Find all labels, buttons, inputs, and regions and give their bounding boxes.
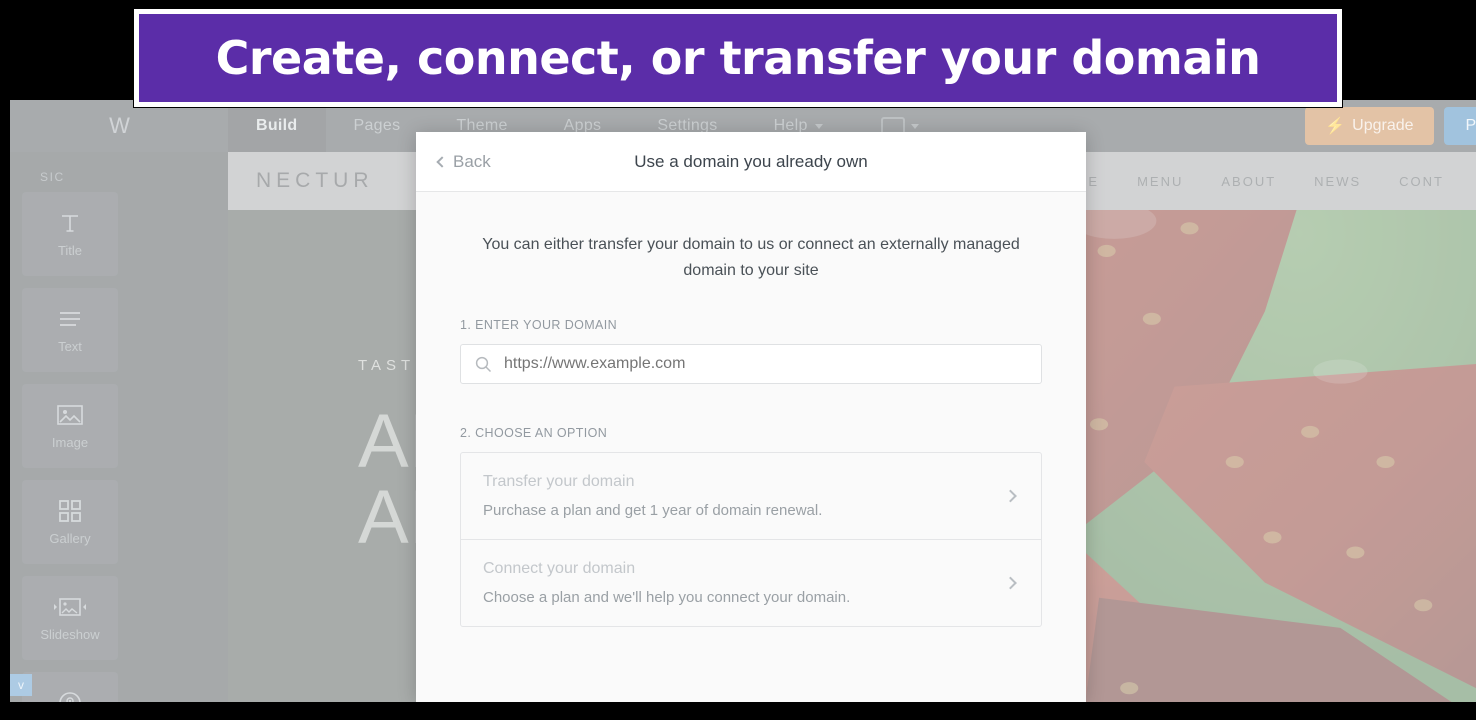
back-button-label: Back: [453, 151, 491, 171]
chevron-down-icon: [910, 123, 919, 129]
element-tile-image[interactable]: Image: [22, 384, 118, 468]
site-nav-news[interactable]: NEWS: [1314, 174, 1361, 189]
element-tile-title[interactable]: Title: [22, 192, 118, 276]
sidebar-badge[interactable]: v: [10, 674, 32, 696]
site-nav-contact[interactable]: CONT: [1399, 174, 1444, 189]
lightning-bolt-icon: ⚡: [1325, 118, 1346, 135]
map-pin-icon: [58, 690, 82, 702]
title-T-icon: [59, 210, 81, 236]
weebly-logo-icon: W: [109, 113, 130, 138]
nav-actions: ⚡ Upgrade Pub: [1305, 107, 1476, 145]
modal-subtitle: You can either transfer your domain to u…: [482, 236, 1020, 279]
back-button[interactable]: Back: [436, 151, 491, 172]
element-tile-title-label: Title: [57, 243, 83, 258]
annotation-banner-inner: Create, connect, or transfer your domain: [139, 14, 1337, 102]
publish-button-label: Pub: [1465, 117, 1476, 134]
modal-header: Back Use a domain you already own: [416, 132, 1086, 192]
tab-pages-label: Pages: [353, 117, 401, 134]
domain-input-wrapper[interactable]: [460, 344, 1042, 384]
annotation-banner-text: Create, connect, or transfer your domain: [215, 31, 1261, 85]
site-logo[interactable]: NECTUR: [256, 169, 374, 193]
chevron-left-icon: [436, 155, 448, 168]
option-connect-domain-desc: Choose a plan and we'll help you connect…: [483, 589, 851, 606]
element-tile-slideshow[interactable]: Slideshow: [22, 576, 118, 660]
option-transfer-domain-desc: Purchase a plan and get 1 year of domain…: [483, 502, 823, 519]
tab-build-label: Build: [256, 117, 298, 134]
element-tile-text[interactable]: Text: [22, 288, 118, 372]
domain-modal: Back Use a domain you already own You ca…: [416, 132, 1086, 702]
sidebar-section-basic-heading: SIC: [40, 170, 65, 184]
option-list: Transfer your domain Purchase a plan and…: [460, 452, 1042, 627]
image-icon: [57, 402, 83, 428]
step-1-label: 1. ENTER YOUR DOMAIN: [460, 318, 618, 332]
text-lines-icon: [58, 306, 82, 332]
upgrade-button-label: Upgrade: [1352, 117, 1414, 134]
gallery-grid-icon: [59, 498, 81, 524]
element-tile-gallery[interactable]: Gallery: [22, 480, 118, 564]
step-2-label: 2. CHOOSE AN OPTION: [460, 426, 608, 440]
option-connect-domain-title: Connect your domain: [483, 560, 636, 577]
element-tile-grid: Title Text Image Gallery Slideshow: [22, 192, 216, 702]
publish-button[interactable]: Pub: [1443, 107, 1476, 145]
element-tile-gallery-label: Gallery: [49, 531, 91, 546]
annotation-banner: Create, connect, or transfer your domain: [133, 8, 1343, 108]
element-tile-image-label: Image: [51, 435, 89, 450]
upgrade-button[interactable]: ⚡ Upgrade: [1305, 107, 1434, 145]
domain-input[interactable]: [504, 355, 1027, 373]
element-tile-slideshow-label: Slideshow: [40, 627, 100, 642]
chevron-right-icon: [1004, 489, 1017, 503]
modal-body: You can either transfer your domain to u…: [416, 192, 1086, 627]
chevron-down-icon: [814, 123, 823, 129]
site-nav-menu[interactable]: MENU: [1137, 174, 1183, 189]
site-nav-about[interactable]: ABOUT: [1221, 174, 1276, 189]
site-nav: HOME MENU ABOUT NEWS CONT: [1052, 174, 1448, 189]
screenshot-root: W Build Pages Theme Apps Settings Help ⚡…: [0, 0, 1476, 720]
option-transfer-domain-title: Transfer your domain: [483, 473, 635, 490]
modal-title: Use a domain you already own: [634, 151, 868, 171]
slideshow-icon: [53, 594, 87, 620]
elements-sidebar: SIC Title Text Image Gallery Slideshow v: [10, 152, 228, 702]
chevron-right-icon: [1004, 576, 1017, 590]
search-icon: [475, 356, 492, 373]
element-tile-text-label: Text: [58, 339, 82, 354]
option-connect-domain[interactable]: Connect your domain Choose a plan and we…: [461, 539, 1041, 626]
option-transfer-domain[interactable]: Transfer your domain Purchase a plan and…: [461, 453, 1041, 539]
element-tile-map[interactable]: Map: [22, 672, 118, 702]
